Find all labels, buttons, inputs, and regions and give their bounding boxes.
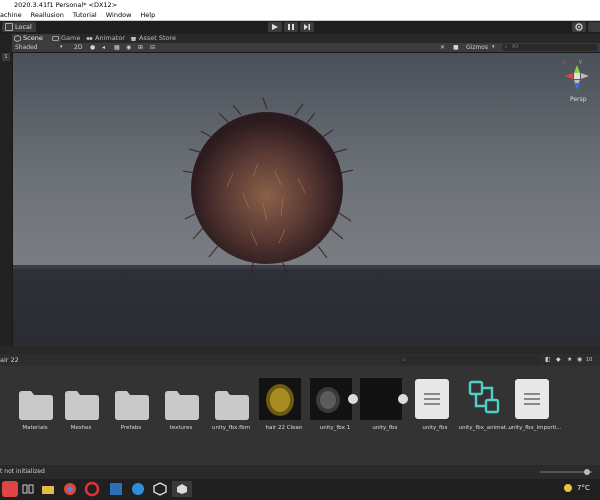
windows-taskbar: 7°C — [0, 479, 600, 500]
tools-icon[interactable]: ✕ — [440, 43, 445, 52]
gear-icon — [575, 23, 583, 31]
scene-icon — [14, 35, 21, 42]
scene-viewport[interactable]: Persp x y — [13, 53, 600, 346]
menu-item-window[interactable]: Window — [106, 10, 132, 20]
main-toolbar: Local — [0, 21, 600, 34]
view-mode-label[interactable]: Persp — [570, 96, 587, 103]
model-thumbnail — [310, 378, 352, 420]
left-docked-panel: 1 — [0, 34, 12, 346]
chevron-down-icon: ▾ — [492, 44, 495, 50]
pause-button[interactable] — [284, 22, 298, 32]
pause-icon — [288, 24, 294, 30]
scene-search-input[interactable]: ⌕ All — [502, 44, 598, 51]
play-icon — [272, 24, 278, 30]
model-thumbnail — [360, 378, 402, 420]
grid-toggle-icon[interactable]: ⊞ — [138, 43, 143, 52]
asset-count-label: 10 — [586, 357, 593, 363]
shading-mode-dropdown[interactable]: Shaded — [15, 43, 38, 52]
menu-bar: achine Reallusion Tutorial Window Help — [0, 10, 600, 21]
project-assets-grid: Materials Meshes Prefabs textures unity_… — [0, 366, 600, 465]
chrome-icon[interactable] — [62, 481, 78, 497]
scene-tab-bar: Scene Game Animator Asset Store — [12, 34, 600, 43]
unity-editor-icon[interactable] — [172, 481, 192, 497]
document-icon — [515, 379, 549, 419]
hair-mesh-model[interactable]: Persp x y — [13, 53, 600, 346]
favorite-star-icon[interactable]: ★ — [567, 354, 572, 366]
folder-icon — [19, 391, 53, 420]
settings-button[interactable] — [572, 22, 586, 32]
folder-icon — [165, 391, 199, 420]
status-bar: t not initialized — [0, 465, 600, 479]
texture-thumbnail — [259, 378, 301, 420]
folder-icon — [215, 391, 249, 420]
animator-icon — [86, 37, 93, 40]
tab-game-label: Game — [61, 34, 81, 42]
asset-store-icon — [131, 37, 136, 41]
window-title: 2020.3.41f1 Personal* <DX12> — [14, 1, 118, 9]
expand-asset-icon[interactable] — [398, 394, 408, 404]
axis-y-label: y — [579, 59, 582, 65]
game-icon — [52, 36, 59, 41]
axis-x-label: x — [563, 60, 566, 66]
project-tab-bar — [0, 346, 600, 354]
breadcrumb[interactable]: air 22 — [0, 354, 19, 366]
camera-icon[interactable]: ■ — [453, 43, 459, 52]
asset-label: unity_fbx.fbm — [212, 425, 250, 431]
unity-hub-icon[interactable] — [152, 481, 168, 497]
lighting-toggle-icon[interactable]: ● — [90, 43, 95, 52]
tab-scene-label: Scene — [23, 34, 43, 42]
app-icon-m[interactable] — [108, 481, 124, 497]
tab-asset-store[interactable]: Asset Store — [128, 34, 191, 43]
tab-animator-label: Animator — [95, 34, 125, 42]
camera-settings-icon[interactable]: ⊟ — [150, 43, 155, 52]
folder-icon — [65, 391, 99, 420]
file-explorer-icon[interactable] — [40, 481, 56, 497]
opera-icon[interactable] — [84, 481, 100, 497]
asset-label: hair 22 Clean — [265, 425, 303, 431]
project-toolbar: air 22 ⌕ ◧ ◆ ★ ◉ 10 — [0, 354, 600, 366]
scene-gizmo[interactable] — [565, 65, 589, 90]
weather-icon[interactable] — [562, 481, 576, 497]
local-icon — [5, 23, 13, 31]
account-button[interactable] — [588, 22, 600, 32]
play-button[interactable] — [268, 22, 282, 32]
audio-toggle-icon[interactable]: ◂ — [102, 43, 105, 52]
filter-label-icon[interactable]: ◆ — [556, 354, 561, 366]
asset-label: unity_fbx_Importi... — [508, 425, 562, 431]
search-icon: ⌕ — [403, 357, 406, 363]
project-search-input[interactable]: ⌕ — [400, 356, 540, 364]
step-icon — [304, 24, 310, 30]
search-placeholder: All — [512, 44, 519, 50]
slider-handle[interactable] — [584, 469, 590, 475]
task-view-icon[interactable] — [20, 481, 36, 497]
pivot-local-button[interactable]: Local — [2, 22, 36, 32]
status-message: t not initialized — [0, 468, 45, 475]
panel-index-label: 1 — [2, 53, 10, 61]
folder-icon — [115, 391, 149, 420]
menu-item-machine[interactable]: achine — [0, 10, 22, 20]
effects-toggle-icon[interactable]: ▦ — [114, 43, 120, 52]
step-button[interactable] — [300, 22, 314, 32]
tab-asset-store-label: Asset Store — [139, 34, 177, 42]
scene-visibility-icon[interactable]: ◉ — [126, 43, 131, 52]
menu-item-tutorial[interactable]: Tutorial — [73, 10, 97, 20]
visibility-icon[interactable]: ◉ — [577, 354, 582, 366]
icon-size-slider[interactable] — [540, 469, 592, 475]
menu-item-reallusion[interactable]: Reallusion — [31, 10, 64, 20]
document-icon — [415, 379, 449, 419]
chevron-down-icon: ▾ — [60, 44, 63, 50]
expand-asset-icon[interactable] — [348, 394, 358, 404]
gizmos-dropdown[interactable]: Gizmos — [466, 43, 488, 52]
app-icon-c[interactable] — [130, 481, 146, 497]
window-title-bar: 2020.3.41f1 Personal* <DX12> — [0, 0, 600, 10]
animator-controller-icon — [468, 380, 500, 414]
menu-item-help[interactable]: Help — [140, 10, 155, 20]
search-icon: ⌕ — [505, 44, 508, 50]
filter-type-icon[interactable]: ◧ — [545, 354, 551, 366]
temperature-label: 7°C — [577, 484, 590, 492]
toggle-2d-button[interactable]: 2D — [74, 43, 82, 52]
app-icon-1[interactable] — [2, 481, 18, 497]
scene-view-toolbar: Shaded ▾ 2D ● ◂ ▦ ◉ ⊞ ⊟ ✕ ■ Gizmos ▾ ⌕ A… — [12, 43, 600, 52]
pivot-local-label: Local — [15, 23, 32, 31]
